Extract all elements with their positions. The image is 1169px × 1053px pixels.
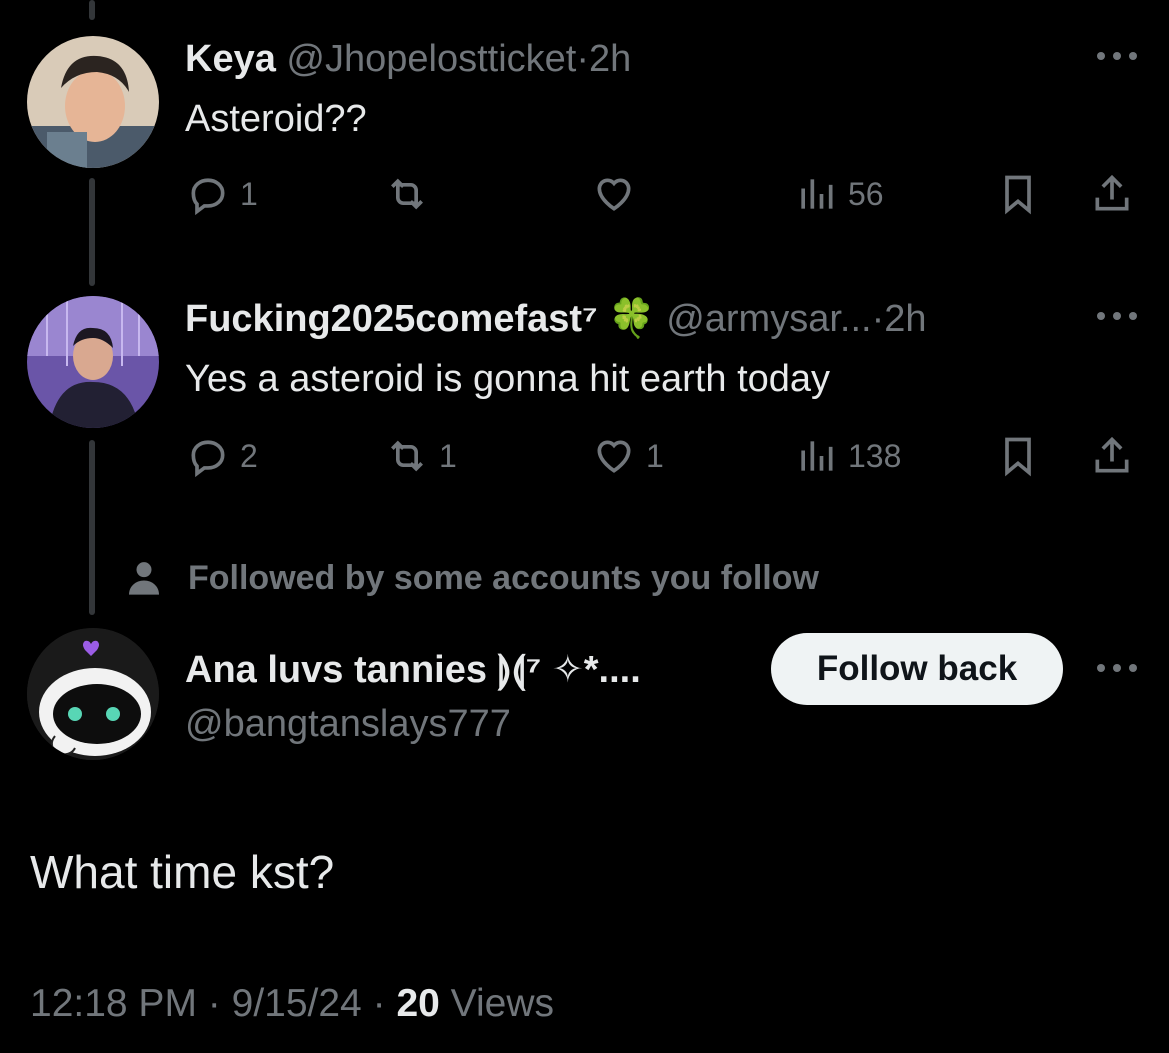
reply-button[interactable]: 1 (186, 172, 258, 216)
bookmark-button[interactable] (996, 172, 1040, 216)
social-context: Followed by some accounts you follow (124, 558, 819, 598)
person-icon (129, 562, 159, 595)
display-name[interactable]: Fucking2025comefast⁷ (185, 298, 598, 340)
avatar[interactable] (27, 36, 159, 168)
separator: · (207, 982, 221, 1025)
views-count: 138 (848, 437, 902, 474)
repost-button[interactable] (385, 172, 439, 216)
tweet-text: What time kst? (30, 846, 335, 898)
heart-icon (597, 440, 631, 473)
more-icon[interactable] (1097, 662, 1137, 674)
views-button[interactable]: 138 (794, 434, 901, 478)
thread-line-2 (89, 440, 95, 615)
bookmark-icon (1005, 175, 1031, 215)
repost-icon (391, 178, 423, 210)
follow-back-button[interactable]: Follow back (771, 633, 1063, 705)
tweet-text: Asteroid?? (185, 98, 367, 140)
reply-icon (191, 178, 225, 216)
handle[interactable]: @Jhopelostticket (286, 38, 576, 80)
share-icon (1095, 436, 1129, 473)
thread-line-top (89, 0, 95, 20)
bookmark-icon (1005, 437, 1031, 477)
repost-count: 1 (439, 437, 457, 474)
reply-icon (191, 440, 225, 478)
analytics-icon (801, 441, 833, 471)
tweet-header: Keya @Jhopelostticket·2h (185, 35, 631, 83)
share-icon (1095, 174, 1129, 211)
analytics-icon (801, 179, 833, 209)
views-button[interactable]: 56 (794, 172, 884, 216)
reply-button[interactable]: 2 (186, 434, 258, 478)
more-icon[interactable] (1097, 50, 1137, 62)
bookmark-button[interactable] (996, 434, 1040, 478)
like-button[interactable] (592, 172, 646, 216)
views-label: Views (450, 982, 554, 1025)
social-context-text: Followed by some accounts you follow (188, 558, 819, 597)
more-icon[interactable] (1097, 310, 1137, 322)
handle[interactable]: @armysar... (666, 298, 871, 340)
handle[interactable]: @bangtanslays777 (185, 700, 511, 748)
separator: · (871, 298, 885, 340)
heart-icon (597, 178, 631, 211)
reply-count: 1 (240, 175, 258, 212)
separator: · (372, 982, 386, 1025)
timestamp[interactable]: 2h (884, 298, 926, 340)
tweet-text: Yes a asteroid is gonna hit earth today (185, 358, 831, 400)
reply-count: 2 (240, 437, 258, 474)
tweet-time[interactable]: 12:18 PM (30, 982, 197, 1025)
separator: · (576, 38, 589, 80)
tweet-date[interactable]: 9/15/24 (232, 982, 362, 1025)
display-name[interactable]: Ana luvs tannies ⟭⟬⁷ ✧*.... (185, 649, 641, 691)
tweet-header: Fucking2025comefast⁷ 🍀 @armysar...·2h (185, 295, 927, 343)
share-button[interactable] (1090, 434, 1134, 478)
conversation-view: Keya @Jhopelostticket·2h Asteroid?? 1 56 (0, 0, 1169, 1053)
share-button[interactable] (1090, 172, 1134, 216)
repost-icon (391, 440, 423, 472)
thread-line-1 (89, 178, 95, 286)
avatar[interactable] (27, 296, 159, 428)
timestamp[interactable]: 2h (589, 38, 631, 80)
views-count: 20 (396, 982, 440, 1025)
clover-emoji: 🍀 (608, 298, 656, 340)
avatar[interactable] (27, 628, 159, 760)
like-button[interactable]: 1 (592, 434, 664, 478)
tweet-meta: 12:18 PM · 9/15/24 · 20 Views (30, 982, 554, 1026)
display-name[interactable]: Keya (185, 38, 276, 80)
repost-button[interactable]: 1 (385, 434, 457, 478)
like-count: 1 (646, 437, 664, 474)
author-name-row: Ana luvs tannies ⟭⟬⁷ ✧*.... (185, 646, 641, 694)
views-count: 56 (848, 175, 884, 212)
